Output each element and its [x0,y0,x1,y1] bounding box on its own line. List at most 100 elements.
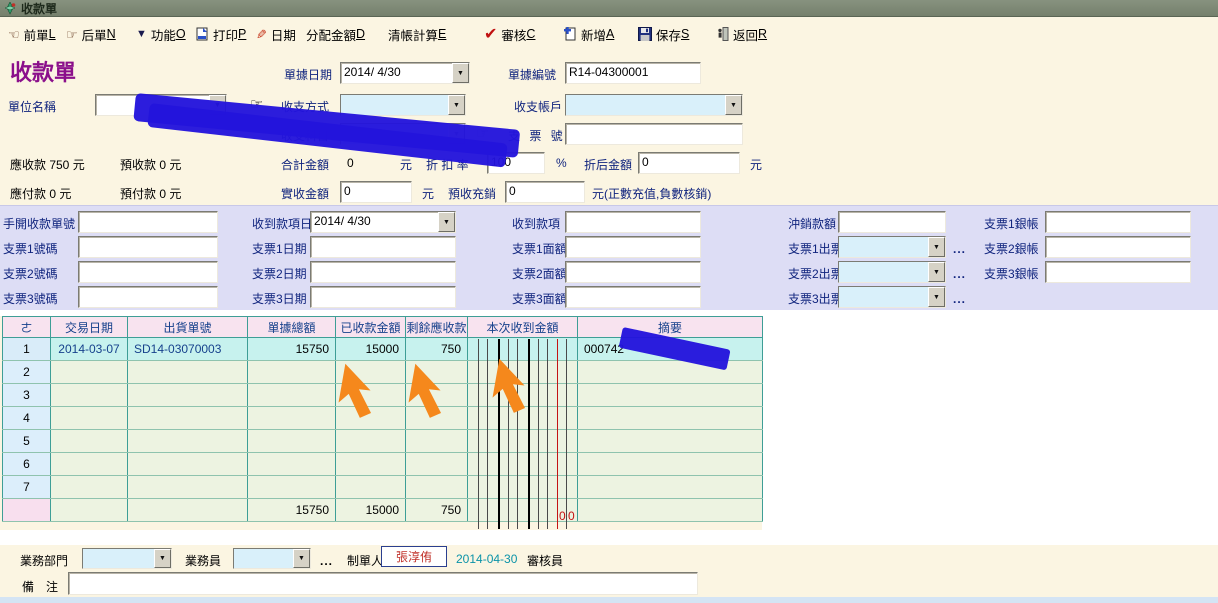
cheque2-amount-label: 支票2面額 [512,265,567,282]
account-label: 收支帳戶 [514,98,562,115]
chevron-down-icon[interactable]: ▼ [448,95,465,115]
received-date-combobox[interactable]: 2014/ 4/30 ▼ [310,211,456,233]
grid-row-3[interactable]: 3 [3,384,763,407]
creator-label: 制單人 [347,552,383,569]
orange-arrow-annotation [330,360,382,422]
cheque1-issuer-combobox[interactable]: ▼ [838,236,946,258]
orange-arrow-annotation [400,360,452,422]
grid-row-5[interactable]: 5 [3,430,763,453]
cheque2-bank-input[interactable] [1045,236,1191,258]
note-label: 備 注 [22,578,58,595]
manual-receipt-no-label: 手開收款單號 [3,215,75,232]
toolbar-prev-button[interactable]: ☜ 前單L [8,24,56,44]
prepaid-offset-input[interactable]: 0 [505,181,585,203]
cheque1-date-input[interactable] [310,236,456,258]
salesman-browse-button[interactable]: ... [320,554,333,568]
hand-right-icon: ☞ [66,28,78,41]
chevron-down-icon[interactable]: ▼ [928,237,945,257]
salesman-label: 業務員 [185,552,221,569]
yuan-unit: 元 [400,156,412,173]
toolbar-allocate-button[interactable]: 分配金額D [306,24,365,44]
account-combobox[interactable]: ▼ [565,94,743,116]
toolbar-save-button[interactable]: 保存S [638,24,689,44]
cheque3-amount-input[interactable] [565,286,701,308]
col-trade-date: 交易日期 [51,317,128,338]
col-doc-total: 單據總額 [248,317,336,338]
toolbar-new-button[interactable]: 新增A [564,24,614,44]
col-received: 已收款金額 [336,317,406,338]
bottom-strip [0,597,1218,603]
toolbar-print-button[interactable]: 打印P [196,24,246,44]
cheque1-no-input[interactable] [78,236,218,258]
col-ship-no: 出貨單號 [128,317,248,338]
cheque2-issuer-combobox[interactable]: ▼ [838,261,946,283]
cheque1-issuer-label: 支票1出票 [788,240,843,257]
orange-arrow-annotation [484,355,536,417]
toolbar-audit-button[interactable]: ✔ 審核C [484,24,535,44]
cheque2-no-input[interactable] [78,261,218,283]
writeoff-amount-label: 沖銷款額 [788,215,836,232]
cheque2-date-label: 支票2日期 [252,265,307,282]
cheque3-bank-input[interactable] [1045,261,1191,283]
doc-date-combobox[interactable]: 2014/ 4/30 ▼ [340,62,470,84]
discounted-amount-input[interactable]: 0 [638,152,740,174]
grid-row-2[interactable]: 2 [3,361,763,384]
toolbar-date-button[interactable]: ✎ 日期 [256,24,296,44]
dept-combobox[interactable]: ▼ [82,548,172,569]
pay-method-combobox[interactable]: ▼ [340,94,466,116]
toolbar-return-button[interactable]: 返回R [716,24,767,44]
cheque2-issuer-browse-button[interactable]: ... [953,267,966,281]
pre-receive-text: 預收款 0 元 [120,156,181,173]
chevron-down-icon[interactable]: ▼ [928,262,945,282]
chevron-down-icon[interactable]: ▼ [725,95,742,115]
col-summary: 摘要 [578,317,763,338]
chevron-down-icon[interactable]: ▼ [928,287,945,307]
grid-row-6[interactable]: 6 [3,453,763,476]
cheque1-no-label: 支票1號碼 [3,240,58,257]
grid-row-4[interactable]: 4 [3,407,763,430]
payable-text: 應付款 0 元 [10,185,71,202]
grid-row-7[interactable]: 7 [3,476,763,499]
cheque2-issuer-label: 支票2出票 [788,265,843,282]
dept-label: 業務部門 [20,552,68,569]
received-item-input[interactable] [565,211,701,233]
total-amount-value: 0 [347,156,354,170]
prepaid-offset-note: 元(正數充值,負數核銷) [592,185,711,202]
chevron-down-icon[interactable]: ▼ [438,212,455,232]
chevron-down-icon[interactable]: ▼ [154,549,171,568]
toolbar-settle-calc-button[interactable]: 清帳計算E [388,24,446,44]
cheque3-issuer-browse-button[interactable]: ... [953,292,966,306]
doc-no-input[interactable]: R14-04300001 [565,62,701,84]
cheque3-bank-label: 支票3銀帳 [984,265,1039,282]
cheque3-date-input[interactable] [310,286,456,308]
cheque1-bank-input[interactable] [1045,211,1191,233]
salesman-combobox[interactable]: ▼ [233,548,311,569]
cheque1-date-label: 支票1日期 [252,240,307,257]
cheque1-issuer-browse-button[interactable]: ... [953,242,966,256]
audit-date: 2014-04-30 [456,552,517,566]
chevron-down-icon[interactable]: ▼ [293,549,310,568]
manual-receipt-no-input[interactable] [78,211,218,233]
cheque3-amount-label: 支票3面額 [512,290,567,307]
cheque2-amount-input[interactable] [565,261,701,283]
note-input[interactable] [68,572,698,595]
cheque3-issuer-combobox[interactable]: ▼ [838,286,946,308]
cheque2-bank-label: 支票2銀帳 [984,240,1039,257]
doc-no-label: 單據編號 [508,66,556,83]
actual-amount-input[interactable]: 0 [340,181,412,203]
cheque1-amount-input[interactable] [565,236,701,258]
discounted-amount-label: 折后金額 [584,156,632,173]
cheque2-date-input[interactable] [310,261,456,283]
toolbar-function-button[interactable]: ▼ 功能O [136,24,186,44]
chevron-down-icon[interactable]: ▼ [452,63,469,83]
cheque1-bank-label: 支票1銀帳 [984,215,1039,232]
prepaid-offset-label: 預收充銷 [448,185,496,202]
background [0,530,762,545]
window-title: 收款單 [21,0,57,17]
total-amount-label: 合計金額 [281,156,329,173]
cheque3-no-input[interactable] [78,286,218,308]
writeoff-amount-input[interactable] [838,211,946,233]
receivable-text: 應收款 750 元 [10,156,85,173]
cheque-no-input[interactable] [565,123,743,145]
toolbar-next-button[interactable]: ☞ 后單N [66,24,116,44]
